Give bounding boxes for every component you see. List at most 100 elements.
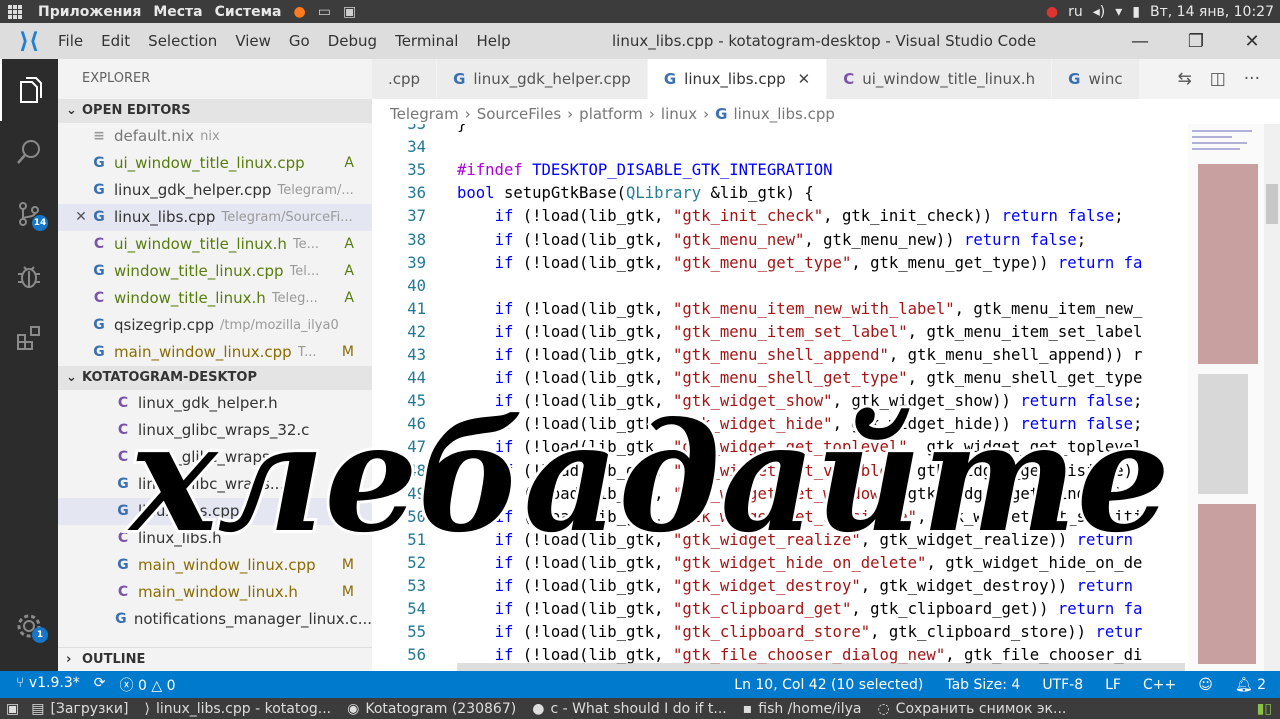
network-icon[interactable]: ▾ [1115, 4, 1122, 20]
file-tree-item[interactable]: Clinux_gdk_helper.h [58, 390, 372, 417]
source-control-icon[interactable]: 14 [0, 183, 58, 245]
taskbar-item[interactable]: ● c - What should I do if t... [526, 701, 737, 717]
file-tree-item[interactable]: Cmain_window_linux.h M [58, 579, 372, 606]
open-editor-item[interactable]: Gui_window_title_linux.cpp A [58, 150, 372, 177]
open-editor-item[interactable]: ≡ default.nix nix [58, 123, 372, 150]
debug-icon[interactable] [0, 245, 58, 307]
menu-edit[interactable]: Edit [101, 32, 130, 50]
code-line: if (!load(lib_gtk, "gtk_widget_destroy",… [494, 577, 1133, 595]
encoding[interactable]: UTF-8 [1042, 677, 1083, 693]
branch-item[interactable]: ⑂ v1.9.3* [16, 675, 80, 695]
manage-gear-icon[interactable]: 1 [0, 595, 58, 657]
explorer-icon[interactable] [0, 59, 58, 121]
maximize-icon[interactable]: ❐ [1168, 23, 1224, 59]
open-editor-item[interactable]: Gqsizegrip.cpp/tmp/mozilla_ilya0 [58, 312, 372, 339]
menu-system[interactable]: Система [215, 4, 282, 20]
taskbar-item[interactable]: ◌ Сохранить снимок эк... [871, 701, 1076, 717]
editor-tab[interactable]: Cui_window_title_linux.h [827, 59, 1053, 99]
editor-tab[interactable]: Glinux_gdk_helper.cpp [437, 59, 648, 99]
file-description: Te... [292, 237, 320, 252]
taskbar-item[interactable]: ▪ fish /home/ilya [737, 701, 872, 717]
menu-applications[interactable]: Приложения [38, 4, 141, 20]
apps-grid-icon[interactable] [8, 4, 22, 19]
file-name: window_title_linux.cpp [114, 262, 284, 280]
open-editors-header[interactable]: ⌄ OPEN EDITORS [58, 99, 372, 123]
open-editor-item[interactable]: ✕ Glinux_libs.cpp Telegram/SourceFi... [58, 204, 372, 231]
minimap[interactable] [1188, 124, 1264, 671]
editor-tab[interactable]: Glinux_libs.cpp ✕ [647, 59, 828, 99]
eol[interactable]: LF [1105, 677, 1121, 693]
sync-icon[interactable]: ⟳ [94, 675, 106, 695]
scrollbar-thumb[interactable] [1266, 184, 1278, 224]
file-tree-item[interactable]: Glinux_glibc_wraps... [58, 471, 372, 498]
open-changes-icon[interactable]: ⇆ [1177, 69, 1191, 89]
file-tree-item[interactable]: Clinux_glibc_wraps_32.c [58, 417, 372, 444]
file-tree-item[interactable]: Clinux_glibc_wraps_... [58, 444, 372, 471]
notification-count: 2 [1257, 676, 1266, 693]
chevron-right-icon: › [464, 105, 471, 123]
tab-close-icon[interactable]: ✕ [798, 70, 811, 88]
problems-item[interactable]: ⓧ 0 △ 0 [120, 675, 176, 695]
code-line: if (!load(lib_gtk, "gtk_clipboard_get", … [494, 600, 1143, 619]
menu-view[interactable]: View [235, 32, 271, 50]
menu-terminal[interactable]: Terminal [395, 32, 458, 50]
notifications-item[interactable]: 🔔︎ 2 [1235, 677, 1266, 693]
file-tree-item[interactable]: Gmain_window_linux.cpp M [58, 552, 372, 579]
taskbar-item[interactable]: ▤ [Загрузки] [25, 701, 138, 717]
split-editor-icon[interactable]: ◫ [1210, 69, 1226, 89]
file-name: notifications_manager_linux.c... [133, 610, 372, 628]
menu-file[interactable]: File [58, 32, 83, 50]
file-tree-item[interactable]: Gnotifications_manager_linux.c... [58, 606, 372, 633]
workspace-switcher[interactable]: ▮▯ [1257, 701, 1280, 717]
close-editor-icon[interactable]: ✕ [72, 204, 90, 231]
more-actions-icon[interactable]: ··· [1244, 69, 1260, 89]
open-editor-item[interactable]: Cwindow_title_linux.h Teleg... A [58, 285, 372, 312]
volume-icon[interactable]: ◂) [1093, 4, 1106, 20]
editor-tab[interactable]: Gwinc [1052, 59, 1140, 99]
chevron-right-icon: › [703, 105, 710, 123]
breadcrumb-item[interactable]: linux_libs.cpp [733, 105, 834, 123]
system-taskbar: ▣ ▤ [Загрузки] ⟩ linux_libs.cpp - kotatog..… [0, 698, 1280, 719]
close-icon[interactable]: ✕ [1224, 23, 1280, 59]
search-icon[interactable] [0, 121, 58, 183]
show-desktop-icon[interactable]: ▣ [0, 701, 25, 717]
file-tree-item[interactable]: Glinux_libs.cpp [58, 498, 372, 525]
tab-size[interactable]: Tab Size: 4 [945, 677, 1020, 693]
feedback-smiley-icon[interactable]: ☺ [1198, 677, 1213, 693]
line-number: 50 [407, 507, 426, 526]
open-editor-item[interactable]: Gwindow_title_linux.cpp Tel... A [58, 258, 372, 285]
breadcrumb-item[interactable]: SourceFiles [477, 105, 561, 123]
firefox-launcher-icon[interactable]: ● [294, 4, 306, 20]
editor-tab[interactable]: .cpp [372, 59, 438, 99]
text-editor-launcher-icon[interactable]: ▭ [318, 4, 331, 20]
language-mode[interactable]: C++ [1143, 677, 1176, 693]
breadcrumb-item[interactable]: linux [661, 105, 697, 123]
open-editor-item[interactable]: Gmain_window_linux.cpp T... M [58, 339, 372, 366]
menu-debug[interactable]: Debug [328, 32, 377, 50]
code-editor[interactable]: 33} 34 35 #ifndef TDESKTOP_DISABLE_GTK_INTE… [372, 124, 1185, 671]
file-tree-item[interactable]: Clinux_libs.h [58, 525, 372, 552]
cursor-position[interactable]: Ln 10, Col 42 (10 selected) [734, 677, 923, 693]
line-number: 47 [407, 438, 426, 457]
vertical-scrollbar[interactable] [1264, 124, 1280, 671]
menu-selection[interactable]: Selection [148, 32, 217, 50]
battery-icon[interactable]: ▮ [1132, 4, 1140, 20]
breadcrumb-item[interactable]: Telegram [390, 105, 459, 123]
terminal-launcher-icon[interactable]: ▣ [343, 4, 356, 20]
menu-places[interactable]: Места [153, 4, 202, 20]
menu-help[interactable]: Help [476, 32, 510, 50]
outline-header[interactable]: › OUTLINE [58, 647, 372, 671]
horizontal-scrollbar[interactable] [457, 663, 1185, 671]
open-editor-item[interactable]: Glinux_gdk_helper.cpp Telegram/... [58, 177, 372, 204]
notification-tray-icon[interactable]: ● [1046, 4, 1058, 20]
keyboard-layout[interactable]: ru [1068, 4, 1083, 20]
taskbar-item[interactable]: ◉ Kotatogram (230867) [341, 701, 526, 717]
open-editor-item[interactable]: Cui_window_title_linux.h Te... A [58, 231, 372, 258]
taskbar-item[interactable]: ⟩ linux_libs.cpp - kotatog... [138, 701, 341, 717]
minimize-icon[interactable]: — [1112, 23, 1168, 59]
project-header[interactable]: ⌄ KOTATOGRAM-DESKTOP [58, 366, 372, 390]
extensions-icon[interactable] [0, 307, 58, 369]
menu-go[interactable]: Go [289, 32, 310, 50]
clock[interactable]: Вт, 14 янв, 10:27 [1150, 4, 1274, 20]
breadcrumb-item[interactable]: platform [579, 105, 643, 123]
